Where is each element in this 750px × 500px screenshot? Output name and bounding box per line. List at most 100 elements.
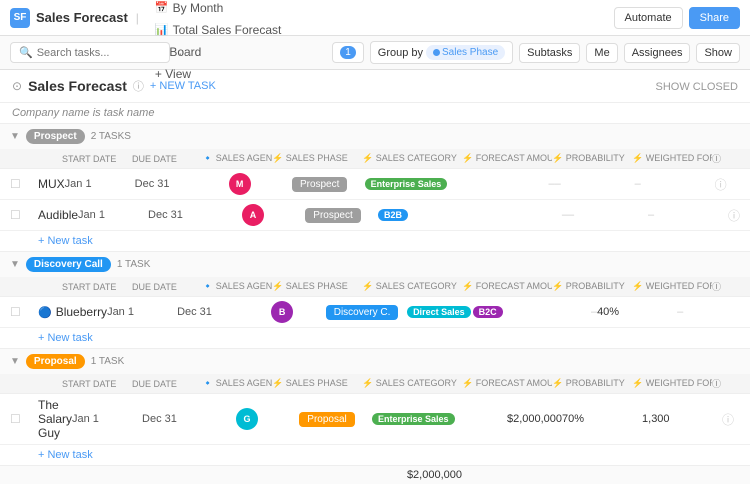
show-closed-button[interactable]: SHOW CLOSED	[655, 81, 738, 93]
row-agent: B	[247, 301, 317, 323]
row-sales-category[interactable]: B2B	[378, 209, 478, 221]
col-header-due-date[interactable]: DUE DATE	[132, 154, 202, 164]
col-header--sales-agent[interactable]: 🔹 SALES AGENT	[202, 153, 272, 164]
row-checkbox[interactable]: ☐	[10, 177, 38, 191]
automate-button[interactable]: Automate	[614, 7, 683, 29]
group-header-proposal[interactable]: ▼Proposal1 TASK	[0, 349, 750, 374]
assignees-button[interactable]: Assignees	[624, 43, 691, 63]
row-weighted-forecast[interactable]: –	[648, 209, 728, 221]
row-weighted-forecast[interactable]: 1,300	[642, 413, 722, 425]
row-sales-category[interactable]: Enterprise Sales	[372, 413, 472, 425]
row-task-name[interactable]: 🔵Blueberry	[38, 305, 107, 319]
subtasks-button[interactable]: Subtasks	[519, 43, 580, 63]
row-probability[interactable]: –	[568, 209, 648, 221]
search-input[interactable]	[37, 47, 161, 59]
row-sales-phase[interactable]: Discovery C.	[317, 305, 407, 320]
me-button[interactable]: Me	[586, 43, 617, 63]
row-forecast-amount[interactable]: –	[465, 178, 555, 190]
row-due-date[interactable]: Dec 31	[135, 178, 205, 190]
row-start-date[interactable]: Jan 1	[65, 178, 135, 190]
show-button[interactable]: Show	[696, 43, 740, 63]
add-task-row-discovery[interactable]: + New task	[0, 328, 750, 348]
row-forecast-amount[interactable]: $2,000,000	[472, 413, 562, 425]
col-header--sales-category[interactable]: ⚡ SALES CATEGORY	[362, 153, 462, 164]
col-header-due-date[interactable]: DUE DATE	[132, 379, 202, 389]
row-info-icon[interactable]: ⓘ	[722, 411, 750, 428]
col-header--sales-phase[interactable]: ⚡ SALES PHASE	[272, 153, 362, 164]
row-checkbox[interactable]: ☐	[10, 412, 38, 426]
more-options-icon[interactable]: ···	[178, 45, 192, 61]
group-by-button[interactable]: Group by Sales Phase	[370, 41, 513, 64]
row-forecast-amount[interactable]: –	[507, 306, 597, 318]
row-probability[interactable]: 70%	[562, 413, 642, 425]
col-header--forecast-amount[interactable]: ⚡ FORECAST AMOUNT	[462, 153, 552, 164]
table-row: ☐MUXJan 1Dec 31 M ProspectEnterprise Sales…	[0, 169, 750, 200]
avatar: M	[229, 173, 251, 195]
col-header-due-date[interactable]: DUE DATE	[132, 282, 202, 292]
group-count-discovery: 1 TASK	[117, 259, 151, 270]
row-sales-category[interactable]: Direct SalesB2C	[407, 306, 507, 318]
category-badge: Direct Sales	[407, 306, 471, 318]
group-collapse-icon-proposal[interactable]: ▼	[10, 356, 20, 367]
subtasks-label: Subtasks	[527, 47, 572, 59]
group-header-discovery[interactable]: ▼Discovery Call1 TASK	[0, 252, 750, 277]
row-name-text: The Salary Guy	[38, 398, 72, 440]
filter-count-button[interactable]: 1	[332, 42, 364, 63]
row-forecast-amount[interactable]: –	[478, 209, 568, 221]
row-sales-phase[interactable]: Prospect	[275, 177, 365, 192]
col-header--weighted-forecast[interactable]: ⚡ WEIGHTED FORECAST	[632, 378, 712, 389]
row-sales-phase[interactable]: Proposal	[282, 412, 372, 427]
row-due-date[interactable]: Dec 31	[148, 209, 218, 221]
row-info-icon[interactable]: ⓘ	[715, 176, 743, 193]
row-task-name[interactable]: The Salary Guy	[38, 398, 72, 440]
row-weighted-forecast[interactable]: –	[677, 306, 750, 318]
row-weighted-forecast[interactable]: –	[635, 178, 715, 190]
group-collapse-icon-discovery[interactable]: ▼	[10, 259, 20, 270]
col-header--sales-phase[interactable]: ⚡ SALES PHASE	[272, 281, 362, 292]
col-header--sales-category[interactable]: ⚡ SALES CATEGORY	[362, 378, 462, 389]
nav-tab-by-month[interactable]: 📅By Month	[147, 0, 297, 19]
share-button[interactable]: Share	[689, 7, 740, 29]
row-due-date[interactable]: Dec 31	[142, 413, 212, 425]
col-header--sales-agent[interactable]: 🔹 SALES AGENT	[202, 281, 272, 292]
col-header--probability[interactable]: ⚡ PROBABILITY	[552, 153, 632, 164]
group-collapse-icon-prospect[interactable]: ▼	[10, 131, 20, 142]
col-header-start-date[interactable]: START DATE	[62, 379, 132, 389]
row-probability[interactable]: –	[555, 178, 635, 190]
category-badge: B2C	[473, 306, 503, 318]
col-header--sales-agent[interactable]: 🔹 SALES AGENT	[202, 378, 272, 389]
group-header-prospect[interactable]: ▼Prospect2 TASKS	[0, 124, 750, 149]
col-header--forecast-amount[interactable]: ⚡ FORECAST AMOUNT	[462, 281, 552, 292]
row-sales-category[interactable]: Enterprise Sales	[365, 178, 465, 190]
col-header-start-date[interactable]: START DATE	[62, 154, 132, 164]
row-start-date[interactable]: Jan 1	[72, 413, 142, 425]
col-header--probability[interactable]: ⚡ PROBABILITY	[552, 281, 632, 292]
group-by-value-tag: Sales Phase	[426, 45, 505, 60]
row-checkbox[interactable]: ☐	[10, 208, 38, 222]
row-info-icon[interactable]: ⓘ	[728, 207, 750, 224]
add-task-row-proposal[interactable]: + New task	[0, 445, 750, 465]
row-checkbox[interactable]: ☐	[10, 305, 38, 319]
col-header--weighted-forecast[interactable]: ⚡ WEIGHTED FORECAST	[632, 281, 712, 292]
collapse-icon[interactable]: ⊙	[12, 79, 22, 93]
row-task-name[interactable]: Audible	[38, 208, 78, 222]
col-header--weighted-forecast[interactable]: ⚡ WEIGHTED FORECAST	[632, 153, 712, 164]
row-task-name[interactable]: MUX	[38, 177, 65, 191]
page-header: ⊙ Sales Forecast ⓘ + NEW TASK SHOW CLOSE…	[0, 70, 750, 103]
col-header--sales-category[interactable]: ⚡ SALES CATEGORY	[362, 281, 462, 292]
toolbar: 🔍 ··· 1 Group by Sales Phase Subtasks Me…	[0, 36, 750, 70]
col-header-start-date[interactable]: START DATE	[62, 282, 132, 292]
table-row: ☐The Salary GuyJan 1Dec 31GProposalEnter…	[0, 394, 750, 445]
row-due-date[interactable]: Dec 31	[177, 306, 247, 318]
add-task-row-prospect[interactable]: + New task	[0, 231, 750, 251]
col-header--sales-phase[interactable]: ⚡ SALES PHASE	[272, 378, 362, 389]
col-header--forecast-amount[interactable]: ⚡ FORECAST AMOUNT	[462, 378, 552, 389]
row-start-date[interactable]: Jan 1	[78, 209, 148, 221]
row-probability[interactable]: 40%	[597, 306, 677, 318]
new-task-button[interactable]: + NEW TASK	[150, 80, 216, 92]
row-start-date[interactable]: Jan 1	[107, 306, 177, 318]
row-sales-phase[interactable]: Prospect	[288, 208, 378, 223]
info-icon[interactable]: ⓘ	[133, 78, 144, 94]
col-header--probability[interactable]: ⚡ PROBABILITY	[552, 378, 632, 389]
nav-tab-total-sales-forecast[interactable]: 📊Total Sales Forecast	[147, 19, 297, 41]
